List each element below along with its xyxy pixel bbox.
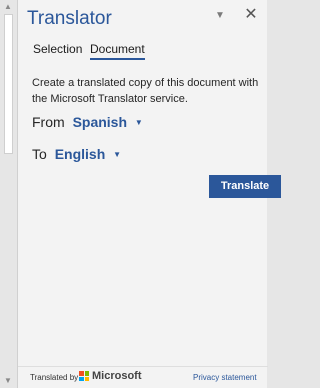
tab-selection[interactable]: Selection [33,42,82,58]
translate-button[interactable]: Translate [209,175,281,198]
to-label: To [32,146,47,162]
to-language-dropdown[interactable]: English [55,146,106,162]
footer-divider [18,366,268,367]
pane-title: Translator [27,8,112,29]
tab-document[interactable]: Document [90,42,145,60]
from-language-row: From Spanish ▼ [32,114,143,130]
microsoft-logo-icon [79,371,89,381]
from-chevron-down-icon[interactable]: ▼ [135,118,143,127]
scroll-up-arrow-icon[interactable]: ▲ [3,2,13,12]
scroll-down-arrow-icon[interactable]: ▼ [3,376,13,386]
microsoft-brand-text: Microsoft [92,370,142,382]
to-language-row: To English ▼ [32,146,121,162]
privacy-statement-link[interactable]: Privacy statement [193,373,257,382]
pane-options-chevron-down-icon[interactable]: ▼ [214,10,226,22]
translated-by-label: Translated by [30,373,79,382]
description-text: Create a translated copy of this documen… [32,77,259,105]
to-chevron-down-icon[interactable]: ▼ [113,150,121,159]
translator-pane: Translator ▼ ✕ Selection Document Create… [17,0,281,388]
document-scrollbar[interactable]: ▲ ▼ [0,0,16,388]
close-icon[interactable]: ✕ [244,7,258,23]
scroll-thumb[interactable] [4,14,13,154]
from-label: From [32,114,65,130]
from-language-dropdown[interactable]: Spanish [73,114,127,130]
